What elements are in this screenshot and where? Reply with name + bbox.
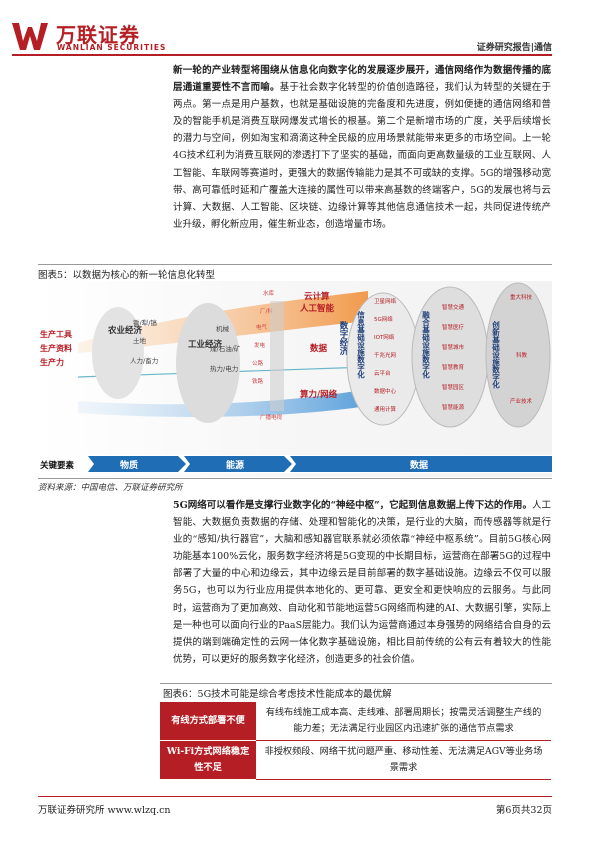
industry-stage xyxy=(176,303,240,423)
fusion-item: 智慧城市 xyxy=(442,343,465,351)
fusion-item: 智慧园区 xyxy=(442,383,465,391)
innovation-infra-label: 创新基础设施数字化 xyxy=(491,320,500,390)
digital-item: 云计算 xyxy=(304,291,330,302)
table-row: 有线方式部署不便 有线布线施工成本高、走线难、部署周期长；按需灵活调整生产线的能… xyxy=(160,702,551,741)
scatter-label: 公路 xyxy=(252,359,264,367)
table-6: 有线方式部署不便 有线布线施工成本高、走线难、部署周期长；按需灵活调整生产线的能… xyxy=(160,702,551,780)
scatter-label: 铁路 xyxy=(252,377,264,385)
left-label: 生产资料 xyxy=(40,343,72,353)
agri-item: 土地 xyxy=(133,336,147,345)
page-number: 第6页共32页 xyxy=(495,805,552,816)
footer-divider xyxy=(38,796,552,797)
key-factor: 数据 xyxy=(410,459,428,471)
figure-5-source: 资料来源：中国电信、万联证券研究所 xyxy=(38,483,183,493)
header-divider xyxy=(12,54,552,56)
agri-item: 人力/畜力 xyxy=(130,356,158,365)
info-item: 通用计算 xyxy=(374,405,397,413)
table-key-cell: 有线方式部署不便 xyxy=(160,702,256,741)
table-row: Wi-Fi方式网络稳定性不足 非授权频段、网络干扰问题严重、移动性差、无法满足A… xyxy=(160,740,551,780)
agri-item: 锄/犁/镐 xyxy=(133,318,157,327)
scatter-label: 水库 xyxy=(263,289,275,297)
innovation-item: 产业技术 xyxy=(510,397,533,405)
innovation-item: 科教 xyxy=(516,351,528,359)
left-label: 生产力 xyxy=(40,357,64,367)
logo-w-icon xyxy=(12,23,48,50)
key-factor: 能源 xyxy=(226,459,244,471)
table-value-cell: 有线布线施工成本高、走线难、部署周期长；按需灵活调整生产线的能力差；无法满足行业… xyxy=(256,702,551,741)
info-item: 卫星网络 xyxy=(374,297,397,305)
left-label: 生产工具 xyxy=(40,329,72,339)
scatter-label: 电气 xyxy=(256,323,268,331)
table-key-cell: Wi-Fi方式网络稳定性不足 xyxy=(160,740,256,780)
fusion-item: 智慧能源 xyxy=(442,403,465,411)
figure-5-bottom-rule xyxy=(38,478,552,479)
figure-5-title: 图表5：以数据为核心的新一轮信息化转型 xyxy=(38,270,216,281)
key-factor-label: 关键要素 xyxy=(40,460,75,471)
info-item: 5G网络 xyxy=(374,315,393,323)
paragraph-2-body: 人工智能、大数据负责数据的存储、处理和智能化的决策，是行业的大脑，而传感器等就是… xyxy=(173,500,551,665)
fusion-infra-label: 融合基础设施数字化 xyxy=(421,310,430,380)
digital-item: 人工智能 xyxy=(300,303,335,314)
info-infra-label: 信息基础设施数字化 xyxy=(356,310,365,380)
fusion-item: 智慧交通 xyxy=(442,303,465,311)
fusion-item: 智慧医疗 xyxy=(442,323,465,331)
paragraph-1-body: 基于社会数字化转型的价值创造路径，我们认为转型的关键在于两点。第一点是用户基数，… xyxy=(173,82,551,230)
paragraph-2: 5G网络可以看作是支撑行业数字化的“神经中枢”，它起到信息数据上传下达的作用。人… xyxy=(173,497,551,668)
digital-item: 算力/网络 xyxy=(300,389,338,400)
industry-item: 机械 xyxy=(216,324,230,333)
info-item: 云平台 xyxy=(374,369,391,377)
report-type-label: 证券研究报告|通信 xyxy=(476,43,552,53)
industry-item: 煤/石油/矿 xyxy=(210,344,241,353)
paragraph-1: 新一轮的产业转型将围绕从信息化向数字化的发展逐步展开，通信网络作为数据传播的底层… xyxy=(173,62,551,233)
figure-5-diagram: 生产工具 生产资料 生产力 农业经济 锄/犁/镐 土地 人力/畜力 工业经济 机… xyxy=(38,281,552,477)
figure-5-top-rule xyxy=(38,264,552,265)
table-6-top-rule xyxy=(160,683,552,684)
scatter-label: 广播电视 xyxy=(260,413,283,421)
digital-item: 数据 xyxy=(310,343,328,354)
info-item: 千兆光网 xyxy=(374,351,397,359)
paragraph-2-lead: 5G网络可以看作是支撑行业数字化的“神经中枢”，它起到信息数据上传下达的作用。 xyxy=(173,500,532,511)
scatter-label: 发电 xyxy=(254,341,266,349)
logo-text-en: WANLIAN SECURITIES xyxy=(57,43,167,52)
table-value-cell: 非授权频段、网络干扰问题严重、移动性差、无法满足AGV等业务场景需求 xyxy=(256,740,551,780)
info-item: IOT网络 xyxy=(374,333,395,341)
info-item: 数据中心 xyxy=(374,387,397,395)
innovation-item: 重大科技 xyxy=(510,293,533,301)
fusion-item: 智慧教育 xyxy=(442,363,465,371)
key-factor: 物质 xyxy=(120,459,138,471)
industry-item: 热力/电力 xyxy=(210,364,238,373)
footer-left: 万联证券研究所 www.wlzq.cn xyxy=(38,805,171,816)
table-6-title: 图表6：5G技术可能是综合考虑技术性能成本的最优解 xyxy=(163,689,392,700)
digital-economy-label: 数字经济 xyxy=(338,320,348,356)
